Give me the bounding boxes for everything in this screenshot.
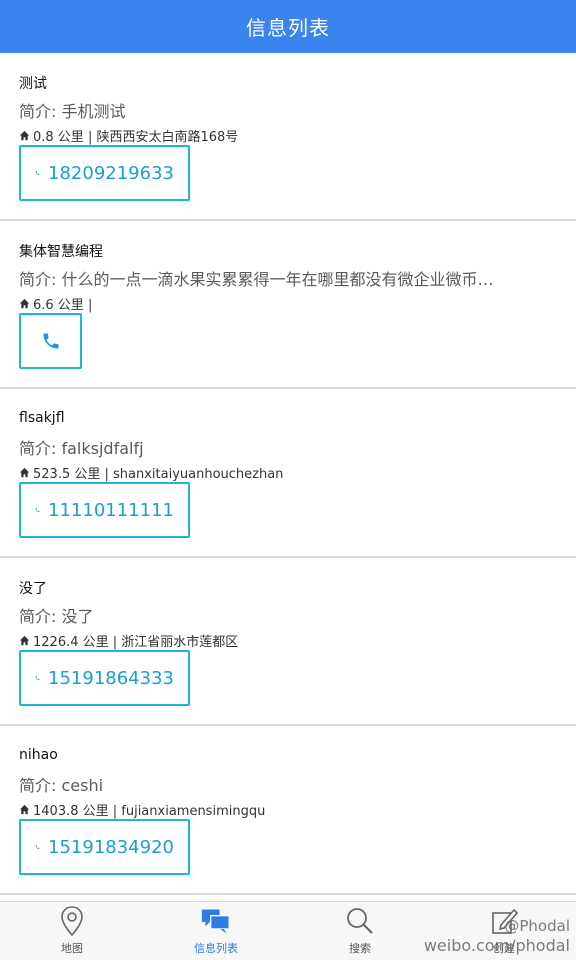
watermark-url: weibo.com/phodal [423, 936, 570, 955]
phone-icon [35, 676, 40, 680]
item-title: 测试 [19, 76, 47, 92]
weibo-watermark: @Phodal weibo.com/phodal [424, 916, 570, 956]
map-pin-icon [61, 906, 83, 937]
phone-icon [43, 333, 58, 349]
item-distance: 0.8 公里 | 陕西西安太白南路168号 [33, 130, 239, 145]
home-icon [19, 130, 30, 141]
phone-number: 18209219633 [48, 162, 174, 184]
page-title: 信息列表 [246, 16, 330, 40]
list-item[interactable]: 测试 简介: 手机测试 0.8 公里 | 陕西西安太白南路168号 182092… [0, 53, 576, 221]
home-icon [19, 804, 30, 815]
app-header: 信息列表 [0, 0, 576, 53]
item-description: 简介: 什么的一点一滴水果实累累得一年在哪里都没有微企业微币… [19, 270, 494, 289]
item-distance-address: 523.5 公里 | shanxitaiyuanhouchezhan [19, 463, 283, 482]
list-item[interactable]: flsakjfl 简介: falksjdfalfj 523.5 公里 | sha… [0, 390, 576, 558]
item-title: nihao [19, 747, 58, 763]
item-description: 简介: falksjdfalfj [19, 439, 144, 458]
item-description: 简介: 手机测试 [19, 102, 126, 121]
list-item[interactable]: nihao 简介: ceshi 1403.8 公里 | fujianxiamen… [0, 727, 576, 895]
phone-icon [35, 171, 40, 175]
item-title: 没了 [19, 581, 47, 597]
call-button[interactable]: 15191834920 [19, 819, 190, 875]
item-description: 简介: 没了 [19, 607, 94, 626]
item-description: 简介: ceshi [19, 776, 104, 795]
home-icon [19, 467, 30, 478]
home-icon [19, 298, 30, 309]
item-distance: 6.6 公里 | [33, 298, 93, 313]
item-distance-address: 1226.4 公里 | 浙江省丽水市莲都区 [19, 631, 238, 650]
item-distance-address: 1403.8 公里 | fujianxiamensimingqu [19, 800, 265, 819]
search-icon [347, 908, 373, 934]
phone-icon [35, 508, 40, 512]
tab-label: 信息列表 [194, 942, 238, 955]
home-icon [19, 635, 30, 646]
list-item[interactable]: 没了 简介: 没了 1226.4 公里 | 浙江省丽水市莲都区 15191864… [0, 558, 576, 726]
item-distance: 523.5 公里 | shanxitaiyuanhouchezhan [33, 467, 284, 482]
call-button[interactable]: 11110111111 [19, 482, 190, 538]
item-title: flsakjfl [19, 410, 65, 426]
tab-search[interactable]: 搜索 [288, 902, 432, 960]
watermark-handle: @Phodal [504, 917, 570, 935]
tab-map[interactable]: 地图 [0, 902, 144, 960]
call-button[interactable]: 15191864333 [19, 650, 190, 706]
call-button[interactable]: 18209219633 [19, 145, 190, 201]
tab-label: 地图 [61, 942, 83, 955]
item-distance: 1226.4 公里 | 浙江省丽水市莲都区 [33, 635, 239, 650]
item-distance-address: 6.6 公里 | [19, 294, 92, 313]
call-button[interactable] [19, 313, 82, 369]
list-item[interactable]: 集体智慧编程 简介: 什么的一点一滴水果实累累得一年在哪里都没有微企业微币… 6… [0, 221, 576, 389]
phone-icon [35, 845, 40, 849]
phone-number: 15191834920 [48, 836, 174, 858]
info-list: 测试 简介: 手机测试 0.8 公里 | 陕西西安太白南路168号 182092… [0, 53, 576, 901]
tab-info-list[interactable]: 信息列表 [144, 902, 288, 960]
item-distance-address: 0.8 公里 | 陕西西安太白南路168号 [19, 126, 238, 145]
chat-list-icon [201, 909, 230, 934]
item-distance: 1403.8 公里 | fujianxiamensimingqu [33, 804, 266, 819]
tab-label: 搜索 [349, 942, 371, 955]
item-title: 集体智慧编程 [19, 244, 103, 260]
phone-number: 15191864333 [48, 667, 174, 689]
phone-number: 11110111111 [48, 499, 174, 521]
